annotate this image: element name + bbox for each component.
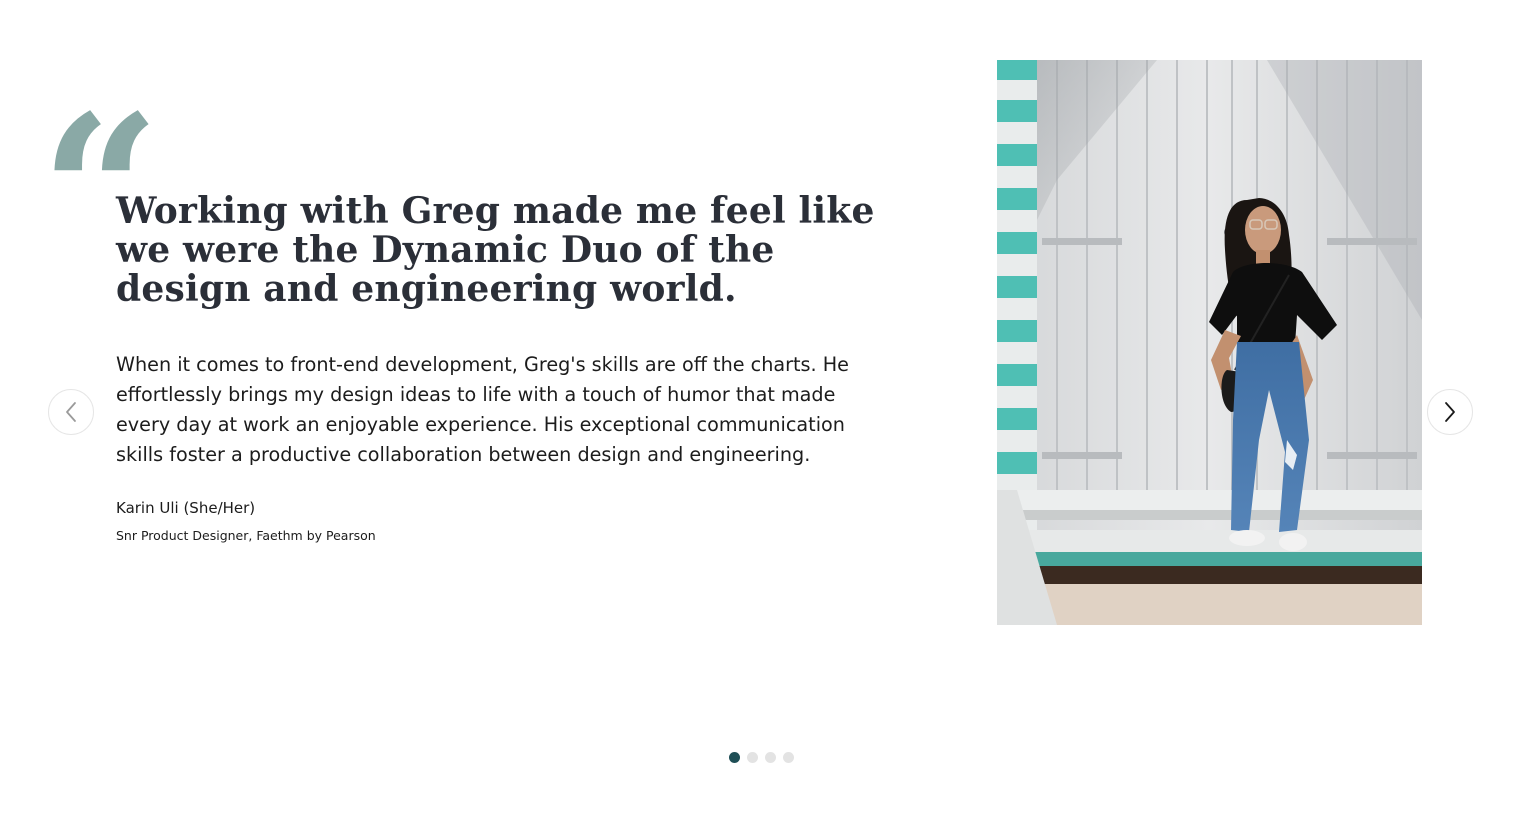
slide-pagination (729, 752, 794, 763)
testimonial-author: Karin Uli (She/Her) (116, 499, 256, 517)
testimonial-carousel: “ Working with Greg made me feel like we… (0, 0, 1523, 828)
testimonial-photo (997, 60, 1422, 625)
next-slide-button[interactable] (1427, 389, 1473, 435)
pagination-dot[interactable] (783, 752, 794, 763)
testimonial-headline: Working with Greg made me feel like we w… (116, 190, 875, 310)
pagination-dot[interactable] (747, 752, 758, 763)
previous-slide-button[interactable] (48, 389, 94, 435)
chevron-right-icon (1445, 402, 1455, 422)
pagination-dot[interactable] (729, 752, 740, 763)
testimonial-body: When it comes to front-end development, … (116, 353, 849, 466)
pagination-dot[interactable] (765, 752, 776, 763)
testimonial-author-role: Snr Product Designer, Faethm by Pearson (116, 528, 376, 543)
chevron-left-icon (66, 402, 76, 422)
